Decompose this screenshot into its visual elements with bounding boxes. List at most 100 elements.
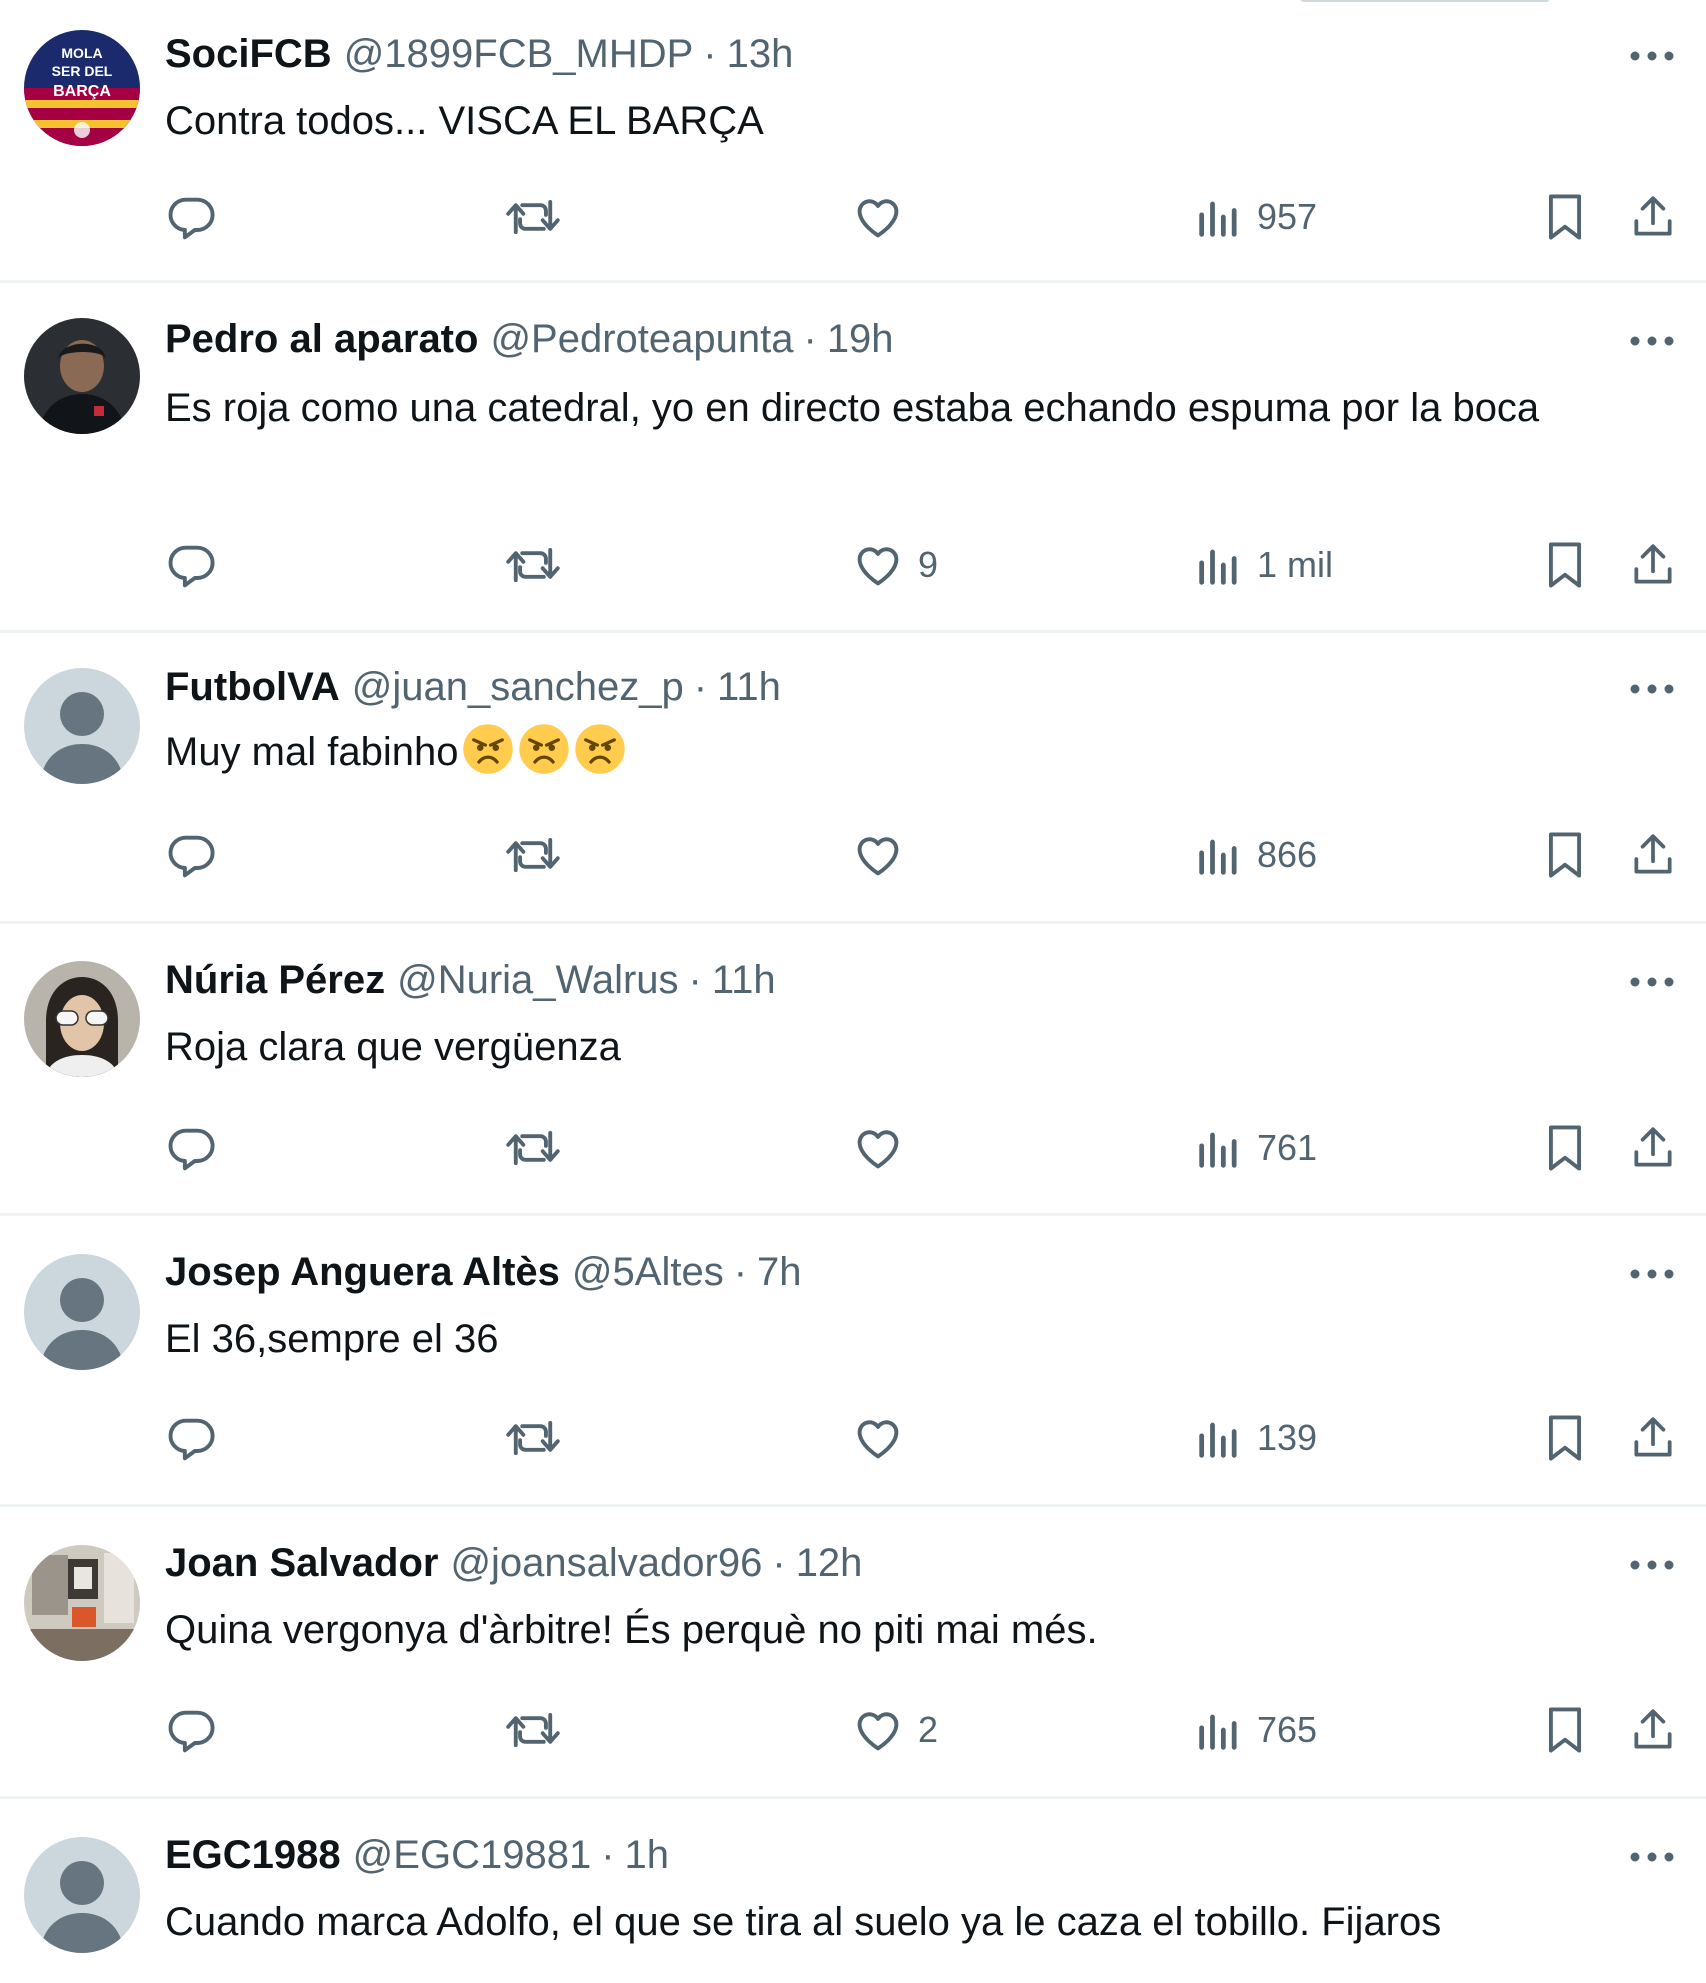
- like-button[interactable]: [852, 1406, 918, 1470]
- user-handle[interactable]: @1899FCB_MHDP: [344, 28, 694, 80]
- timestamp[interactable]: 13h: [727, 28, 794, 80]
- display-name[interactable]: FutbolVA: [165, 661, 340, 713]
- repost-button[interactable]: [505, 533, 561, 597]
- more-options-button[interactable]: [1622, 962, 1682, 1002]
- bookmark-icon: [1548, 542, 1582, 588]
- tweet-header: Pedro al aparato @Pedroteapunta · 19h: [165, 313, 1646, 365]
- views-button[interactable]: 765: [1195, 1698, 1317, 1762]
- share-button[interactable]: [1628, 823, 1678, 887]
- display-name[interactable]: Núria Pérez: [165, 954, 385, 1006]
- views-button[interactable]: 1 mil: [1195, 533, 1333, 597]
- repost-button[interactable]: [505, 1406, 561, 1470]
- tweet[interactable]: Joan Salvador @joansalvador96 · 12h Quin…: [0, 1507, 1706, 1799]
- views-chart-icon: [1199, 839, 1237, 875]
- timestamp[interactable]: 12h: [796, 1537, 863, 1589]
- like-button[interactable]: [852, 185, 918, 249]
- like-button[interactable]: 2: [852, 1698, 938, 1762]
- display-name[interactable]: Josep Anguera Altès: [165, 1246, 560, 1298]
- like-button[interactable]: [852, 823, 918, 887]
- avatar-logo-line-3: BARÇA: [53, 83, 111, 100]
- avatar[interactable]: [24, 1545, 140, 1661]
- repost-button[interactable]: [505, 1116, 561, 1180]
- repost-button[interactable]: [505, 823, 561, 887]
- more-options-button[interactable]: [1622, 669, 1682, 709]
- avatar[interactable]: MOLA SER DEL BARÇA: [24, 30, 140, 146]
- reply-button[interactable]: [166, 823, 218, 887]
- like-button[interactable]: 9: [852, 533, 938, 597]
- bookmark-button[interactable]: [1542, 1698, 1588, 1762]
- repost-button[interactable]: [505, 185, 561, 249]
- heart-icon: [857, 199, 899, 238]
- avatar[interactable]: [24, 668, 140, 784]
- user-handle[interactable]: @5Altes: [572, 1246, 724, 1298]
- heart-icon: [857, 547, 899, 586]
- like-button[interactable]: [852, 1116, 918, 1180]
- timestamp[interactable]: 7h: [757, 1246, 802, 1298]
- avatar[interactable]: [24, 1837, 140, 1953]
- reply-button[interactable]: [166, 185, 218, 249]
- views-button[interactable]: 139: [1195, 1406, 1317, 1470]
- display-name[interactable]: EGC1988: [165, 1829, 341, 1881]
- user-handle[interactable]: @Pedroteapunta: [490, 313, 793, 365]
- avatar[interactable]: [24, 318, 140, 434]
- tweet[interactable]: Pedro al aparato @Pedroteapunta · 19h Es…: [0, 283, 1706, 633]
- timestamp[interactable]: 19h: [827, 313, 894, 365]
- display-name[interactable]: SociFCB: [165, 28, 332, 80]
- separator-dot: ·: [703, 32, 717, 76]
- action-bar: 2 765: [0, 1698, 1706, 1762]
- separator-dot: ·: [772, 1541, 786, 1585]
- display-name[interactable]: Pedro al aparato: [165, 313, 478, 365]
- share-button[interactable]: [1628, 1698, 1678, 1762]
- display-name[interactable]: Joan Salvador: [165, 1537, 438, 1589]
- action-bar: 9 1 mil: [0, 533, 1706, 597]
- tweet[interactable]: EGC1988 @EGC19881 · 1h Cuando marca Adol…: [0, 1799, 1706, 1983]
- more-options-button[interactable]: [1622, 321, 1682, 361]
- more-options-button[interactable]: [1622, 1254, 1682, 1294]
- user-handle[interactable]: @joansalvador96: [450, 1537, 762, 1589]
- view-count: 1 mil: [1257, 544, 1334, 585]
- views-button[interactable]: 761: [1195, 1116, 1317, 1180]
- views-chart-icon: [1199, 201, 1237, 237]
- bookmark-button[interactable]: [1542, 533, 1588, 597]
- bookmark-button[interactable]: [1542, 1406, 1588, 1470]
- bookmark-button[interactable]: [1542, 185, 1588, 249]
- timestamp[interactable]: 11h: [712, 954, 776, 1006]
- tweet[interactable]: FutbolVA @juan_sanchez_p · 11h Muy mal f…: [0, 633, 1706, 924]
- share-icon: [1634, 544, 1672, 584]
- tweet[interactable]: MOLA SER DEL BARÇA SociFCB @1899FCB_MHDP…: [0, 0, 1706, 283]
- share-button[interactable]: [1628, 185, 1678, 249]
- avatar[interactable]: [24, 1254, 140, 1370]
- reply-button[interactable]: [166, 1116, 218, 1180]
- user-handle[interactable]: @juan_sanchez_p: [352, 661, 684, 713]
- more-dots-icon: [1630, 977, 1674, 987]
- bookmark-icon: [1548, 1707, 1582, 1753]
- tweet[interactable]: Josep Anguera Altès @5Altes · 7h El 36,s…: [0, 1216, 1706, 1507]
- tweet[interactable]: Núria Pérez @Nuria_Walrus · 11h Roja cla…: [0, 924, 1706, 1216]
- share-button[interactable]: [1628, 533, 1678, 597]
- reply-button[interactable]: [166, 1698, 218, 1762]
- share-button[interactable]: [1628, 1406, 1678, 1470]
- timestamp[interactable]: 1h: [625, 1829, 670, 1881]
- angry-face-emoji-icon: [575, 724, 626, 774]
- user-handle[interactable]: @EGC19881: [353, 1829, 592, 1881]
- action-bar: 866: [0, 823, 1706, 887]
- views-button[interactable]: 866: [1195, 823, 1317, 887]
- repost-button[interactable]: [505, 1698, 561, 1762]
- reply-button[interactable]: [166, 533, 218, 597]
- user-handle[interactable]: @Nuria_Walrus: [397, 954, 678, 1006]
- bookmark-button[interactable]: [1542, 1116, 1588, 1180]
- more-options-button[interactable]: [1622, 1545, 1682, 1585]
- share-button[interactable]: [1628, 1116, 1678, 1180]
- more-options-button[interactable]: [1622, 36, 1682, 76]
- more-options-button[interactable]: [1622, 1837, 1682, 1877]
- avatar[interactable]: [24, 961, 140, 1077]
- timestamp[interactable]: 11h: [717, 661, 781, 713]
- views-button[interactable]: 957: [1195, 185, 1317, 249]
- separator-dot: ·: [733, 1250, 748, 1294]
- views-chart-icon: [1199, 1714, 1237, 1750]
- reply-button[interactable]: [166, 1406, 218, 1470]
- repost-icon: [506, 1130, 560, 1166]
- bookmark-button[interactable]: [1542, 823, 1588, 887]
- action-bar: 139: [0, 1406, 1706, 1470]
- default-avatar: [24, 668, 140, 784]
